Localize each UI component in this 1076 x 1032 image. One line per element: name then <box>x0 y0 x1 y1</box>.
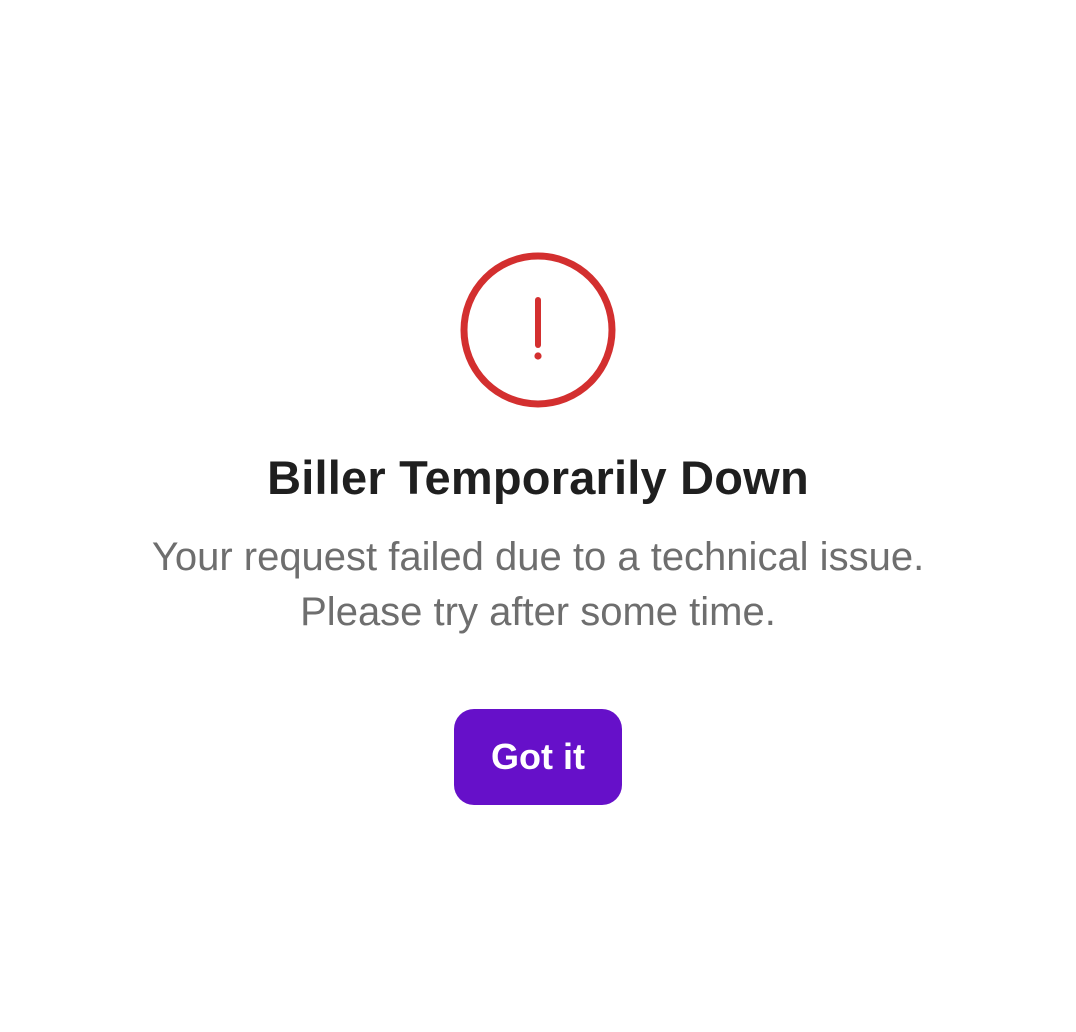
dialog-message: Your request failed due to a technical i… <box>151 535 925 634</box>
got-it-button[interactable]: Got it <box>454 709 622 805</box>
alert-circle-icon <box>460 252 616 408</box>
dialog-title: Biller Temporarily Down <box>267 451 809 504</box>
error-dialog: Biller Temporarily Down Your request fai… <box>0 0 1076 1032</box>
